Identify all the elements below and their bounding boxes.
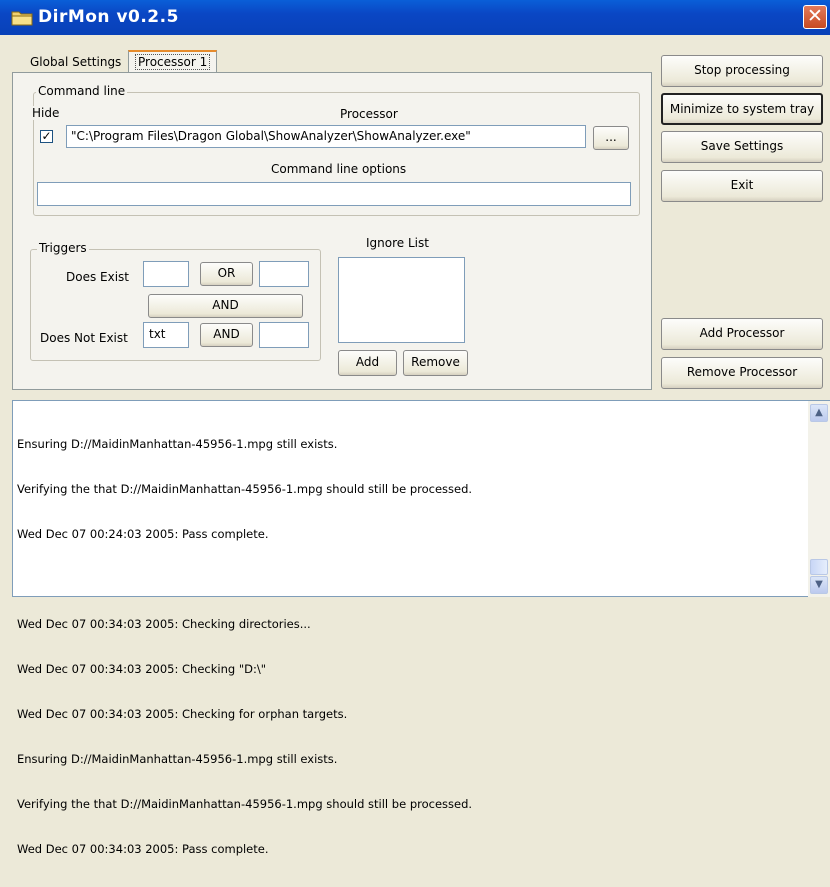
save-settings-button[interactable]: Save Settings	[661, 131, 823, 163]
stop-processing-button[interactable]: Stop processing	[661, 55, 823, 87]
tab-label: Processor 1	[135, 54, 211, 70]
exit-button[interactable]: Exit	[661, 170, 823, 202]
log-line: Wed Dec 07 00:24:03 2005: Pass complete.	[17, 527, 269, 541]
window-title: DirMon v0.2.5	[38, 7, 179, 27]
close-button[interactable]: ✕	[803, 5, 827, 29]
log-line: Wed Dec 07 00:34:03 2005: Pass complete.	[17, 842, 269, 856]
log-line: Wed Dec 07 00:34:03 2005: Checking direc…	[17, 617, 311, 631]
command-line-group-label: Command line	[36, 84, 128, 98]
folder-icon	[11, 11, 33, 26]
log-line: Wed Dec 07 00:34:03 2005: Checking for o…	[17, 707, 348, 721]
tab-processor-1[interactable]: Processor 1	[128, 50, 218, 73]
command-line-options-input[interactable]	[37, 182, 631, 206]
ignore-list-label: Ignore List	[366, 236, 429, 250]
minimize-to-tray-button[interactable]: Minimize to system tray	[661, 93, 823, 125]
or-button[interactable]: OR	[200, 262, 253, 286]
options-label: Command line options	[271, 162, 407, 176]
triggers-group-label: Triggers	[37, 241, 89, 255]
log-output[interactable]: Ensuring D://MaidinManhattan-45956-1.mpg…	[12, 400, 830, 856]
add-processor-button[interactable]: Add Processor	[661, 318, 823, 350]
log-line: Ensuring D://MaidinManhattan-45956-1.mpg…	[17, 752, 338, 766]
log-line: Verifying the that D://MaidinManhattan-4…	[17, 797, 473, 811]
scroll-thumb[interactable]	[810, 559, 828, 575]
hide-label: Hide	[30, 106, 60, 120]
does-not-exist-field-1[interactable]: txt	[143, 322, 189, 348]
does-exist-field-2[interactable]	[259, 261, 309, 287]
hide-checkbox[interactable]: ✓	[40, 130, 53, 143]
tab-global-settings[interactable]: Global Settings	[24, 52, 127, 73]
does-not-exist-field-2[interactable]	[259, 322, 309, 348]
scroll-down-icon[interactable]: ▼	[810, 576, 828, 594]
processor-label: Processor	[340, 107, 398, 121]
ignore-list-box[interactable]	[338, 257, 465, 343]
ignore-add-button[interactable]: Add	[338, 350, 397, 376]
log-line: Wed Dec 07 00:34:03 2005: Checking "D:\"	[17, 662, 267, 676]
does-exist-field-1[interactable]	[143, 261, 189, 287]
log-line: Verifying the that D://MaidinManhattan-4…	[17, 482, 473, 496]
browse-button[interactable]: ...	[593, 126, 629, 150]
scroll-up-icon[interactable]: ▲	[810, 404, 828, 422]
does-exist-label: Does Exist	[66, 270, 130, 284]
does-not-exist-label: Does Not Exist	[40, 331, 128, 345]
and-button-mid[interactable]: AND	[148, 294, 303, 318]
log-line: Ensuring D://MaidinManhattan-45956-1.mpg…	[17, 437, 338, 451]
remove-processor-button[interactable]: Remove Processor	[661, 357, 823, 389]
title-bar[interactable]: DirMon v0.2.5 ✕	[0, 0, 830, 35]
processor-path-input[interactable]: "C:\Program Files\Dragon Global\ShowAnal…	[66, 125, 586, 148]
ignore-remove-button[interactable]: Remove	[403, 350, 468, 376]
and-button-bottom[interactable]: AND	[200, 323, 253, 347]
log-scrollbar[interactable]: ▲ ▼	[808, 401, 830, 597]
log-lines: Ensuring D://MaidinManhattan-45956-1.mpg…	[17, 407, 472, 887]
